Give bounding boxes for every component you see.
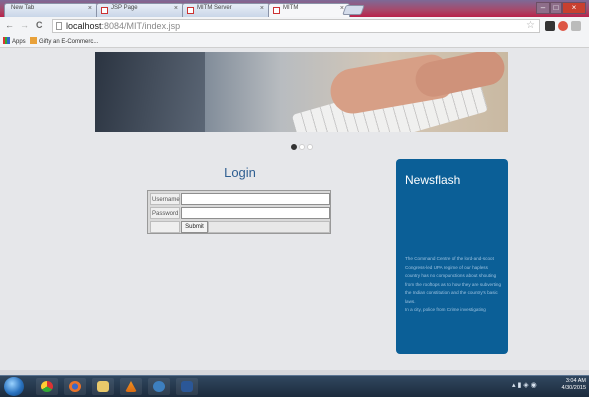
taskbar-app[interactable]	[148, 378, 170, 395]
system-clock[interactable]: 3:04 AM 4/30/2015	[562, 378, 586, 392]
tab-label: New Tab	[11, 5, 35, 11]
address-bar[interactable]: localhost:8084/MIT/index.jsp ☆	[52, 19, 540, 33]
minimize-button[interactable]: –	[536, 2, 550, 14]
taskbar-app[interactable]	[36, 378, 58, 395]
taskbar-app[interactable]	[92, 378, 114, 395]
page-info-icon[interactable]	[56, 22, 62, 30]
tab-new-tab[interactable]: New Tab ×	[4, 3, 98, 17]
extension-icon[interactable]	[558, 21, 568, 31]
close-window-button[interactable]: ×	[562, 2, 586, 14]
page-favicon-icon	[187, 7, 194, 14]
password-input[interactable]	[181, 207, 330, 219]
windows-taskbar: ▴ ▮ ◈ ◉ 3:04 AM 4/30/2015	[0, 375, 589, 397]
login-title: Login	[224, 165, 256, 180]
carousel-indicators	[291, 137, 315, 155]
tab-close-icon[interactable]: ×	[260, 5, 264, 12]
bookmark-star-icon[interactable]: ☆	[526, 20, 535, 31]
newsflash-panel: Newsflash The Command Centre of the lord…	[396, 159, 508, 354]
word-icon	[181, 381, 193, 392]
back-arrow-icon[interactable]: ←	[5, 20, 14, 30]
firefox-icon	[69, 381, 81, 392]
newsflash-paragraph: The Command Centre of the lord-and-scoot…	[405, 256, 502, 304]
carousel-dot[interactable]	[291, 144, 297, 150]
app-icon	[153, 381, 165, 392]
new-tab-button[interactable]	[342, 5, 365, 15]
apps-icon	[3, 37, 10, 44]
clock-date: 4/30/2015	[561, 385, 586, 391]
carousel-dot[interactable]	[299, 144, 305, 150]
login-form: Username Password Submit	[147, 190, 331, 234]
extension-icon[interactable]	[545, 21, 555, 31]
tab-mitm[interactable]: MITM ×	[268, 3, 350, 17]
address-toolbar: ← → C localhost:8084/MIT/index.jsp ☆	[0, 17, 589, 36]
tab-close-icon[interactable]: ×	[88, 5, 92, 12]
menu-icon[interactable]	[571, 21, 581, 31]
file-explorer-icon	[97, 381, 109, 392]
maximize-button[interactable]: □	[550, 2, 562, 14]
taskbar-app[interactable]	[176, 378, 198, 395]
chrome-icon	[41, 381, 53, 392]
bookmark-apps[interactable]: Apps	[3, 37, 26, 45]
username-label: Username	[150, 193, 180, 205]
username-input[interactable]	[181, 193, 330, 205]
page-favicon-icon	[101, 7, 108, 14]
clock-time: 3:04 AM	[565, 378, 586, 384]
browser-tab-bar: New Tab × JSP Page × MITM Server × MITM …	[0, 0, 589, 17]
tab-mitm-server[interactable]: MITM Server ×	[182, 3, 270, 17]
submit-button[interactable]: Submit	[181, 221, 208, 233]
bookmark-gifty[interactable]: Gifty an E-Commerc...	[30, 37, 98, 45]
vlc-icon	[125, 381, 137, 392]
tab-close-icon[interactable]: ×	[174, 5, 178, 12]
taskbar-app[interactable]	[120, 378, 142, 395]
newsflash-text: The Command Centre of the lord-and-scoot…	[405, 255, 503, 315]
page-content: Login Username Password Submit Newsflash…	[0, 48, 589, 375]
carousel-image	[95, 52, 508, 132]
page-favicon-icon	[273, 7, 280, 14]
reload-icon[interactable]: C	[36, 20, 43, 30]
newsflash-title: Newsflash	[405, 173, 461, 187]
tab-label: MITM	[283, 5, 299, 11]
tab-jsp-page[interactable]: JSP Page ×	[96, 3, 184, 17]
start-button[interactable]	[4, 377, 24, 396]
bookmarks-bar: Apps Gifty an E-Commerc...	[0, 35, 589, 48]
bookmark-icon	[30, 37, 37, 44]
taskbar-app[interactable]	[64, 378, 86, 395]
tab-label: JSP Page	[111, 5, 138, 11]
tab-label: MITM Server	[197, 5, 232, 11]
carousel-dot[interactable]	[307, 144, 313, 150]
newsflash-paragraph: In a city, police from Crime investigati…	[405, 307, 486, 312]
address-url: localhost:8084/MIT/index.jsp	[66, 21, 181, 31]
forward-arrow-icon[interactable]: →	[20, 20, 29, 30]
system-tray-icons[interactable]: ▴ ▮ ◈ ◉	[512, 381, 537, 389]
password-label: Password	[150, 207, 180, 219]
